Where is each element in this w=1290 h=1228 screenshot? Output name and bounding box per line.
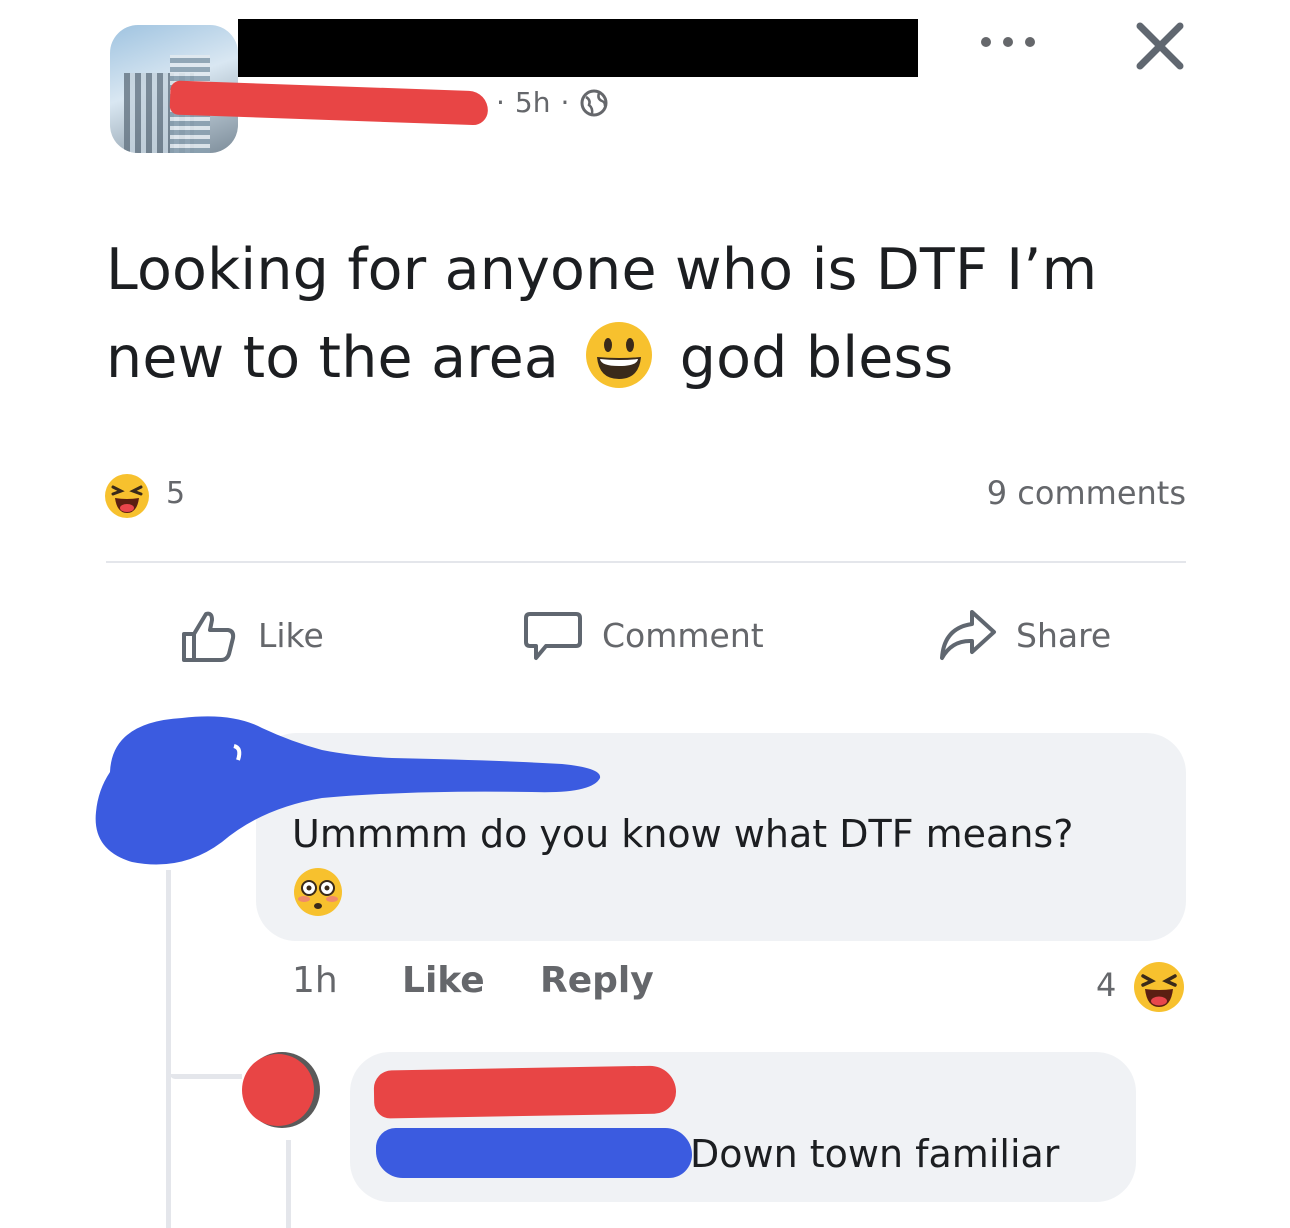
comment-like-button[interactable]: Like [402, 960, 485, 1001]
share-label: Share [1016, 615, 1112, 655]
laughing-face-icon[interactable] [104, 473, 150, 519]
comment-time[interactable]: 1h [292, 960, 338, 1001]
like-label: Like [258, 615, 324, 655]
more-options-icon[interactable] [978, 30, 1038, 54]
redacted-name [238, 19, 918, 77]
flushed-face-icon [294, 868, 342, 916]
comment-reply-button[interactable]: Reply [540, 960, 654, 1001]
comments-count[interactable]: 9 comments [982, 474, 1186, 512]
grinning-face-icon [586, 322, 653, 388]
post-text-line: Looking for anyone who is DTF I’m [106, 237, 1098, 303]
comment-button[interactable]: Comment [522, 600, 764, 670]
share-button[interactable]: Share [936, 600, 1111, 670]
globe-icon [580, 89, 608, 116]
like-button[interactable]: Like [178, 600, 324, 670]
post-meta: · 5h · [496, 86, 609, 119]
redacted-replier-name [373, 1065, 677, 1119]
thread-line [166, 870, 171, 1228]
share-arrow-icon [940, 610, 996, 660]
post-text-line: new to the area god bless [106, 314, 1206, 402]
separator: · [496, 86, 505, 119]
redacted-reply-text [376, 1128, 692, 1178]
comment-reaction-count[interactable]: 4 [1096, 966, 1116, 1004]
reply-text: Down town familiar [690, 1132, 1060, 1176]
thread-line [286, 1140, 291, 1228]
comment-text: Ummmm do you know what DTF means? [292, 812, 1074, 856]
post-text-fragment: god bless [679, 325, 954, 391]
post-text-fragment: new to the area [106, 325, 560, 391]
speech-bubble-icon [524, 612, 582, 660]
post-time[interactable]: 5h [515, 86, 551, 119]
thumbs-up-icon [182, 611, 236, 662]
post-body: Looking for anyone who is DTF I’m new to… [106, 226, 1206, 402]
laughing-face-icon[interactable] [1132, 960, 1186, 1014]
separator: · [560, 86, 570, 119]
reaction-count[interactable]: 5 [166, 476, 185, 511]
comment-label: Comment [602, 615, 764, 655]
divider [106, 561, 1186, 563]
thread-line [170, 1074, 242, 1079]
close-icon[interactable] [1134, 20, 1186, 72]
commenter-avatar[interactable] [240, 1050, 330, 1130]
